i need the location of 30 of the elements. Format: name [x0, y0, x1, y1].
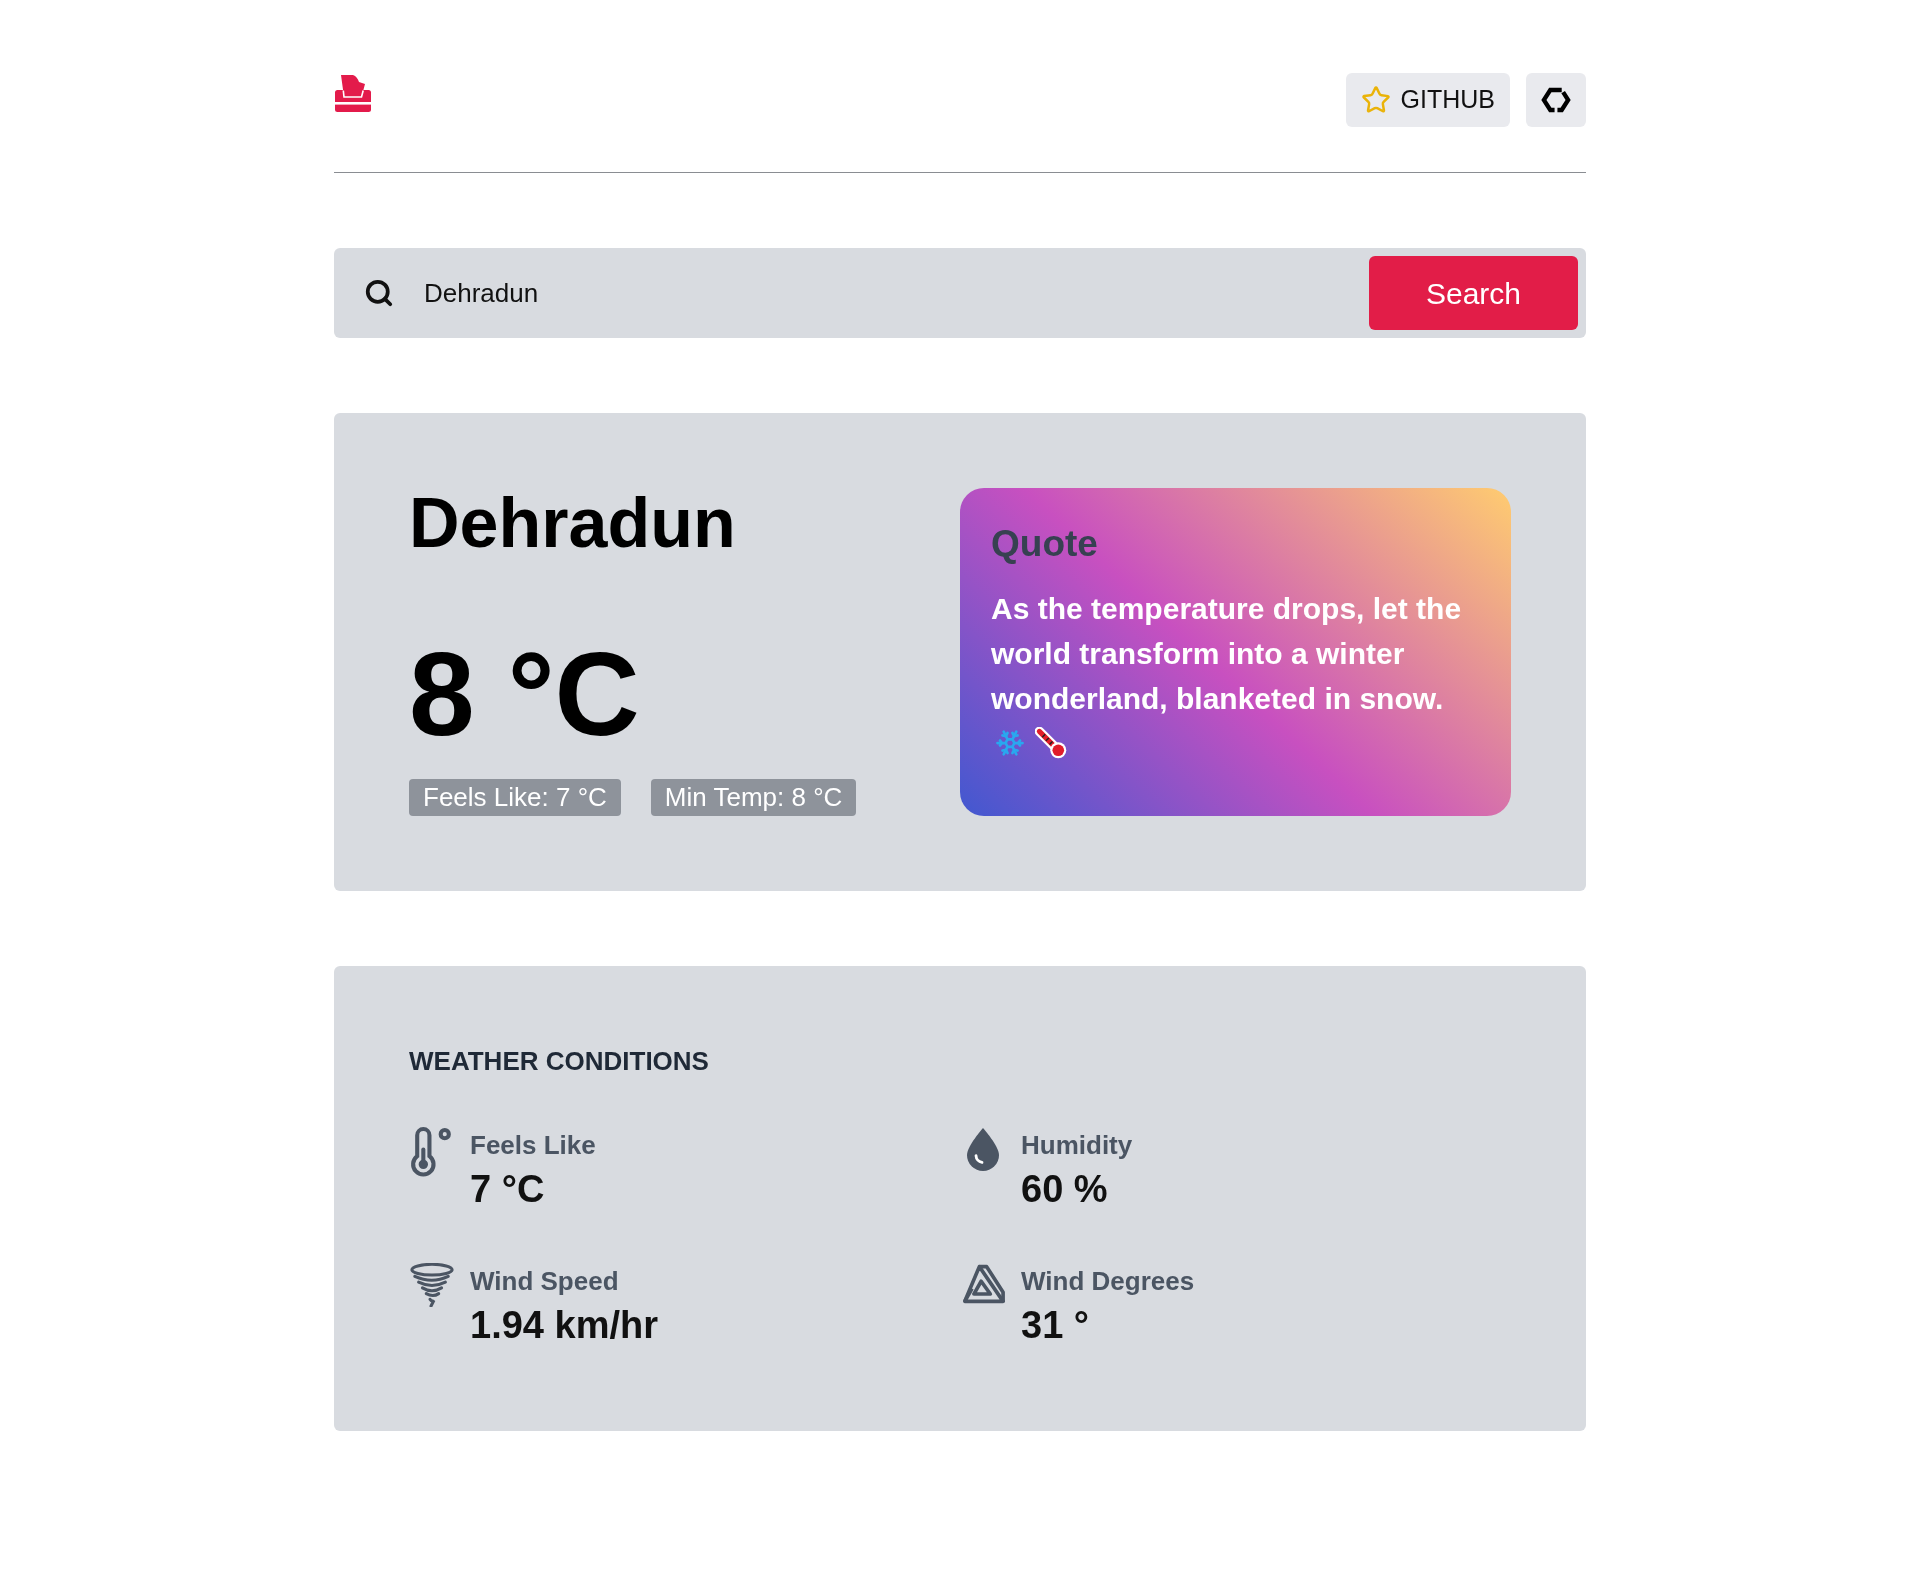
- search-field[interactable]: Dehradun: [424, 268, 1369, 318]
- tissue-box-icon[interactable]: [334, 73, 372, 113]
- condition-label: Feels Like: [470, 1129, 596, 1162]
- triangle-icon: [961, 1263, 1005, 1305]
- condition-value: 1.94 km/hr: [470, 1303, 658, 1348]
- temperature-tag: Min Temp: 8 °C: [650, 779, 857, 816]
- water-drop-icon: [966, 1127, 1000, 1173]
- star-icon: [1360, 85, 1391, 115]
- theme-button[interactable]: [1526, 73, 1586, 127]
- github-button[interactable]: GITHUB: [1345, 73, 1510, 127]
- condition-label: Wind Degrees: [1021, 1265, 1195, 1298]
- condition-value: 7 °C: [470, 1167, 545, 1212]
- hexagon-icon: [1541, 87, 1571, 113]
- snowflake-icon: [995, 728, 1025, 758]
- search-button[interactable]: Search: [1369, 256, 1578, 330]
- tornado-icon: [410, 1263, 454, 1307]
- thermometer-icon: [1035, 727, 1067, 759]
- quote-text: As the temperature drops, let the world transform into a winter wonderland, blanketed in snow.: [991, 591, 1463, 717]
- condition-value: 31 °: [1021, 1303, 1090, 1348]
- condition-label: Humidity: [1021, 1129, 1133, 1162]
- condition-value: 60 %: [1021, 1167, 1108, 1212]
- search-icon: [364, 278, 394, 308]
- city-name: Dehradun: [409, 488, 736, 558]
- temperature: 8 °C: [409, 635, 640, 753]
- search-bar[interactable]: Dehradun Search: [334, 248, 1586, 338]
- quote-title: Quote: [991, 522, 1098, 566]
- temperature-tag: Feels Like: 7 °C: [409, 779, 621, 816]
- thermometer-icon: [410, 1127, 454, 1177]
- condition-label: Wind Speed: [470, 1265, 619, 1298]
- conditions-title: WEATHER CONDITIONS: [409, 1045, 709, 1077]
